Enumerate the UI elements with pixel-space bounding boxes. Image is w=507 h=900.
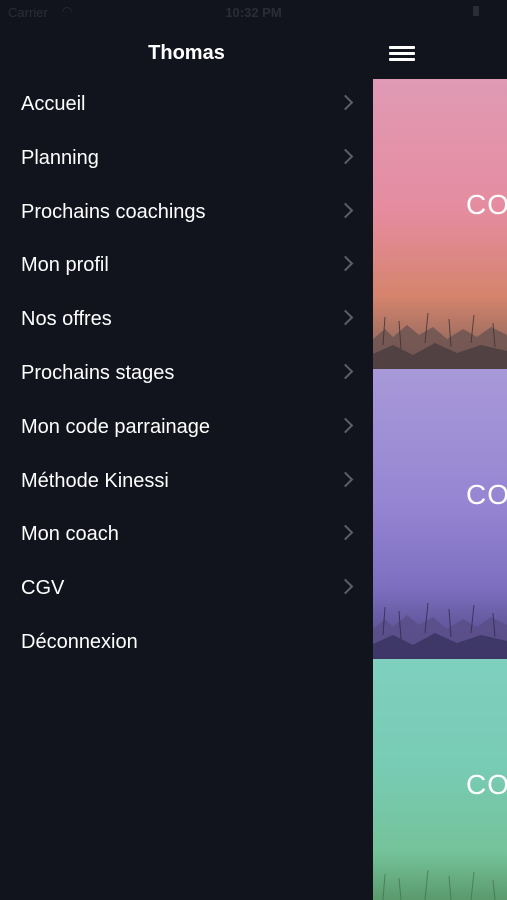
card-title: CO [466,479,507,510]
battery-icon [473,6,479,16]
menu-item-planning[interactable]: Planning [0,132,373,186]
menu-item-prochains-stages[interactable]: Prochains stages [0,347,373,401]
menu-item-label: Déconnexion [21,630,138,653]
chevron-right-icon [337,471,354,487]
chevron-right-icon [337,148,354,165]
menu-item-label: CGV [21,577,65,600]
user-name-title: Thomas [148,42,225,64]
landscape-image [373,312,507,369]
menu-item-label: Planning [21,146,99,169]
status-time: 10:32 PM [225,5,282,20]
landscape-image [373,602,507,659]
chevron-right-icon [337,309,354,326]
menu-item-label: Mon profil [21,254,109,277]
menu-item-mon-coach[interactable]: Mon coach [0,508,373,562]
menu-item-cgv[interactable]: CGV [0,562,373,616]
menu-item-accueil[interactable]: Accueil [0,78,373,132]
landscape-image [382,869,496,900]
coaching-card[interactable]: CO [373,659,507,900]
content-cards: CO CO CO [373,79,507,900]
side-menu: Accueil Planning Prochains coachings Mon… [0,78,373,670]
chevron-right-icon [337,578,354,595]
menu-item-deconnexion[interactable]: Déconnexion [0,616,373,670]
menu-item-label: Nos offres [21,308,112,331]
menu-item-mon-profil[interactable]: Mon profil [0,239,373,293]
chevron-right-icon [337,525,354,541]
card-title: CO [466,769,507,800]
menu-item-label: Mon code parrainage [21,415,211,438]
menu-item-mon-code-parrainage[interactable]: Mon code parrainage [0,401,373,455]
chevron-right-icon [337,202,354,218]
chevron-right-icon [337,363,354,380]
menu-item-prochains-coachings[interactable]: Prochains coachings [0,186,373,240]
hamburger-menu-icon[interactable] [386,40,418,66]
menu-item-label: Prochains stages [21,361,175,384]
chevron-right-icon [337,417,354,434]
menu-item-label: Prochains coachings [21,200,206,223]
menu-item-label: Mon coach [21,523,119,546]
menu-item-methode-kinessi[interactable]: Méthode Kinessi [0,455,373,509]
menu-item-nos-offres[interactable]: Nos offres [0,293,373,347]
chevron-right-icon [337,94,354,111]
coaching-card[interactable]: CO [373,369,507,659]
card-title: CO [466,189,507,220]
coaching-card[interactable]: CO [373,79,507,369]
status-bar: Carrier ◠ 10:32 PM [0,0,507,28]
menu-item-label: Méthode Kinessi [21,469,169,492]
chevron-right-icon [337,256,354,272]
menu-item-label: Accueil [21,93,86,115]
